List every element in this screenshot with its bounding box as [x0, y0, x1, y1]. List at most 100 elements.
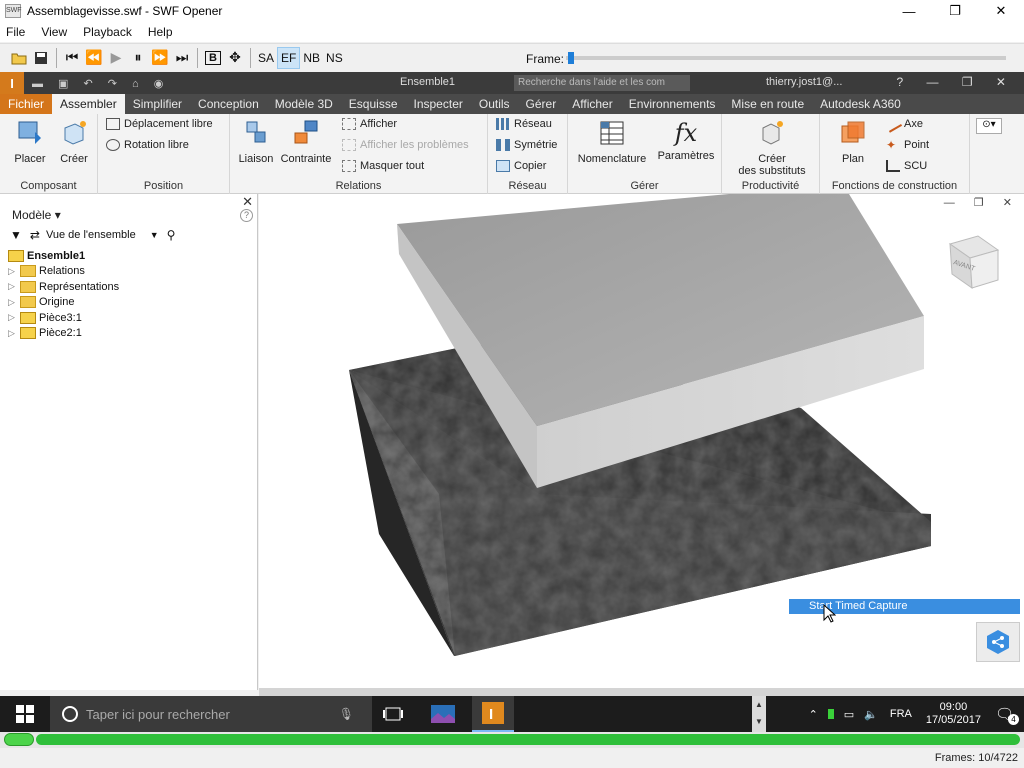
- frame-slider-thumb[interactable]: [568, 52, 574, 64]
- frame-slider[interactable]: [566, 52, 1006, 64]
- help-search-input[interactable]: Recherche dans l'aide et les com: [514, 75, 690, 91]
- playback-track[interactable]: [36, 734, 1020, 745]
- fullscreen-icon[interactable]: ✥: [224, 47, 246, 69]
- view-selector[interactable]: ⇄: [30, 228, 40, 242]
- task-view-button[interactable]: [372, 696, 414, 732]
- quick-access-icons[interactable]: ▬ ▣ ↶ ↷ ⌂ ◉: [32, 77, 169, 90]
- tab-autodesk-a360[interactable]: Autodesk A360: [812, 94, 909, 114]
- tab-inspecter[interactable]: Inspecter: [406, 94, 471, 114]
- browser-help-icon[interactable]: ?: [240, 209, 253, 222]
- clock[interactable]: 09:00 17/05/2017: [926, 701, 981, 727]
- afficher-problemes-button[interactable]: Afficher les problèmes: [342, 139, 469, 151]
- menu-help[interactable]: Help: [148, 25, 173, 39]
- scu-button[interactable]: SCU: [886, 160, 927, 172]
- pause-icon[interactable]: ⏸: [127, 47, 149, 69]
- menu-file[interactable]: File: [6, 25, 25, 39]
- afficher-button[interactable]: Afficher: [342, 118, 397, 130]
- share-button[interactable]: [976, 622, 1020, 662]
- browser-title[interactable]: Modèle ▾: [12, 208, 61, 222]
- tree-item-origine[interactable]: ▷ Origine: [8, 295, 119, 311]
- taskbar-search-input[interactable]: Taper ici pour rechercher 🎙: [50, 696, 372, 732]
- deplacement-libre-button[interactable]: Déplacement libre: [106, 118, 213, 130]
- viewport-window-controls[interactable]: — ❐ ✕: [944, 196, 1020, 209]
- nb-button[interactable]: NB: [300, 47, 323, 69]
- tab-mise-en-route[interactable]: Mise en route: [723, 94, 812, 114]
- filter-icon[interactable]: ▼: [10, 228, 22, 242]
- ef-button[interactable]: EF: [277, 46, 301, 69]
- playback-progress-bar[interactable]: [0, 732, 1024, 748]
- b-button[interactable]: B: [202, 47, 224, 69]
- parametres-button[interactable]: fx Paramètres: [654, 118, 718, 162]
- inventor-logo[interactable]: I: [0, 72, 24, 94]
- play-icon[interactable]: ▶: [105, 47, 127, 69]
- playback-knob[interactable]: [4, 733, 34, 746]
- expand-icon[interactable]: ▷: [8, 281, 20, 292]
- masquer-tout-button[interactable]: Masquer tout: [342, 160, 424, 172]
- start-button[interactable]: [0, 696, 50, 732]
- axe-button[interactable]: Axe: [883, 115, 923, 133]
- menu-view[interactable]: View: [41, 25, 67, 39]
- taskbar-app-photos[interactable]: [422, 696, 464, 732]
- tab-conception[interactable]: Conception: [190, 94, 267, 114]
- expand-icon[interactable]: ▷: [8, 328, 20, 339]
- reseau-button[interactable]: Réseau: [496, 118, 552, 130]
- ns-button[interactable]: NS: [323, 47, 346, 69]
- tab-outils[interactable]: Outils: [471, 94, 518, 114]
- microphone-icon[interactable]: 🎙: [339, 707, 354, 721]
- browser-close-icon[interactable]: ✕: [242, 194, 253, 210]
- tree-item-relations[interactable]: ▷ Relations: [8, 264, 119, 280]
- user-account[interactable]: thierry.jost1@...: [766, 76, 842, 88]
- symetrie-button[interactable]: Symétrie: [496, 139, 557, 151]
- network-activity-icon[interactable]: [827, 709, 834, 719]
- placer-button[interactable]: Placer: [8, 118, 52, 165]
- rotation-libre-button[interactable]: Rotation libre: [106, 139, 189, 151]
- tree-item-ensemble1[interactable]: Ensemble1: [8, 248, 119, 264]
- tray-overflow-icon[interactable]: ⌃: [809, 708, 818, 721]
- rewind-icon[interactable]: ⏪: [83, 47, 105, 69]
- sa-button[interactable]: SA: [255, 47, 277, 69]
- copier-button[interactable]: Copier: [496, 160, 546, 172]
- save-icon[interactable]: [30, 47, 52, 69]
- expand-icon[interactable]: ▷: [8, 266, 20, 277]
- notifications-icon[interactable]: 🗨 4: [995, 705, 1019, 725]
- last-frame-icon[interactable]: ⏭: [171, 47, 193, 69]
- creer-button[interactable]: Créer: [54, 118, 94, 165]
- maximize-button[interactable]: ❐: [932, 0, 978, 22]
- view-dropdown-icon[interactable]: ▼: [150, 230, 159, 240]
- ribbon-options-icon[interactable]: ⊙▾: [976, 118, 1002, 134]
- tab-esquisse[interactable]: Esquisse: [341, 94, 406, 114]
- language-indicator[interactable]: FRA: [890, 708, 912, 720]
- tab-simplifier[interactable]: Simplifier: [125, 94, 190, 114]
- menu-playback[interactable]: Playback: [83, 25, 132, 39]
- view-cube[interactable]: AVANT: [944, 234, 1004, 292]
- first-frame-icon[interactable]: ⏮: [61, 47, 83, 69]
- tab-fichier[interactable]: Fichier: [0, 94, 53, 114]
- creer-substituts-button[interactable]: Créer des substituts: [730, 118, 814, 177]
- taskbar-scroll[interactable]: ▲ ▼: [752, 696, 766, 732]
- plan-button[interactable]: Plan: [828, 118, 878, 165]
- liaison-button[interactable]: Liaison: [234, 118, 278, 165]
- taskbar-app-inventor[interactable]: I: [472, 696, 514, 732]
- tab-afficher[interactable]: Afficher: [564, 94, 620, 114]
- find-icon[interactable]: ⚲: [167, 228, 176, 242]
- minimize-button[interactable]: —: [886, 0, 932, 22]
- tab-assembler[interactable]: Assembler: [52, 94, 125, 114]
- expand-icon[interactable]: ▷: [8, 297, 20, 308]
- contrainte-button[interactable]: Contrainte: [276, 118, 336, 165]
- tree-item-piece2[interactable]: ▷ Pièce2:1: [8, 326, 119, 342]
- fast-forward-icon[interactable]: ⏩: [149, 47, 171, 69]
- inventor-window-icons[interactable]: ? — ❐ ✕: [897, 75, 1017, 89]
- tab-modele-3d[interactable]: Modèle 3D: [267, 94, 341, 114]
- tab-environnements[interactable]: Environnements: [621, 94, 724, 114]
- tree-item-representations[interactable]: ▷ Représentations: [8, 279, 119, 295]
- nomenclature-button[interactable]: Nomenclature: [574, 118, 650, 165]
- tab-gerer[interactable]: Gérer: [518, 94, 565, 114]
- close-button[interactable]: ✕: [978, 0, 1024, 22]
- tree-item-piece3[interactable]: ▷ Pièce3:1: [8, 310, 119, 326]
- point-button[interactable]: ✦ Point: [886, 139, 929, 151]
- view-selector-label[interactable]: Vue de l'ensemble: [46, 229, 136, 241]
- open-folder-icon[interactable]: [8, 47, 30, 69]
- graphics-viewport[interactable]: [259, 194, 1024, 690]
- network-icon[interactable]: ▭: [844, 708, 854, 721]
- expand-icon[interactable]: ▷: [8, 312, 20, 323]
